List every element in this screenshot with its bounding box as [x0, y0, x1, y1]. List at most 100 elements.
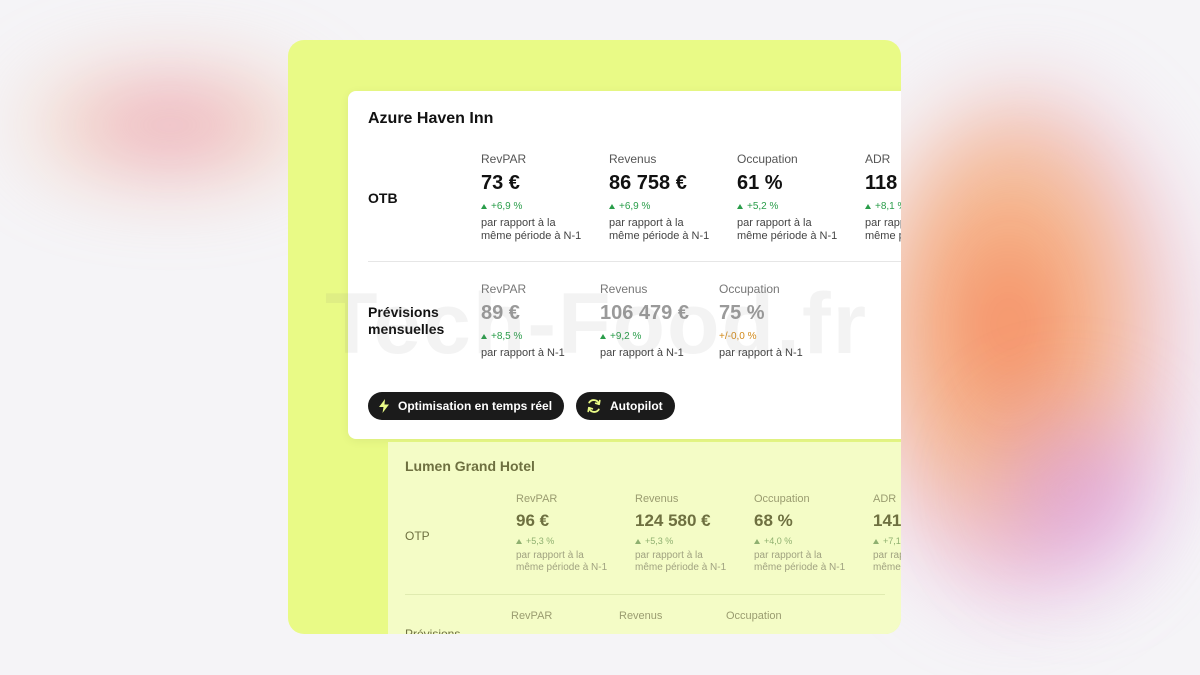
- metric-delta: +7,1 %: [873, 536, 901, 546]
- metric-comparison: par rapport à lamême période à N-1: [873, 550, 901, 574]
- metric-delta: +9,2 %: [600, 331, 689, 342]
- forecast-metric-occupation: Occupation: [726, 610, 782, 622]
- up-arrow-icon: [635, 538, 641, 544]
- comparison-line1: par rapport à la: [481, 217, 556, 229]
- otb-metric-revpar: RevPAR 73 € +6,9 % par rapport à la même …: [481, 152, 581, 243]
- otb-label: OTB: [368, 190, 398, 206]
- metric-content: ADR 118 +8,1 % par rapport à lamême péri…: [865, 152, 901, 243]
- metric-delta: +6,9 %: [481, 201, 581, 212]
- metric-comparison: par rapport à N-1: [481, 347, 565, 359]
- delta-value: +6,9 %: [491, 201, 523, 212]
- metric-name: Occupation: [719, 282, 780, 296]
- metric-comparison: par rapport à lamême période à N-1: [609, 217, 709, 243]
- delta-value: +6,9 %: [619, 201, 651, 212]
- delta-value: +5,2 %: [747, 201, 779, 212]
- metric-value: 61 %: [737, 172, 783, 194]
- autopilot-button[interactable]: Autopilot: [576, 392, 675, 420]
- delta-value: +4,0 %: [764, 536, 793, 546]
- metric-name: ADR: [865, 152, 891, 166]
- forecast-label-line1: Prévisions: [368, 304, 439, 320]
- forecast-metric-revenus: Revenus: [619, 610, 662, 622]
- metric-comparison: par rapport à N-1: [600, 347, 684, 359]
- metric-value: 124 580 €: [635, 511, 711, 530]
- otb-metric-adr: ADR 118 +8,1 % par rapport à lamême péri…: [865, 152, 901, 243]
- comparison-line2: même période à N-1: [516, 562, 608, 573]
- metric-comparison: par rapport à lamême période à N-1: [635, 550, 726, 574]
- metric-name: Occupation: [726, 610, 782, 622]
- forecast-metric-revpar: RevPAR 89 € +8,5 % par rapport à N-1: [481, 282, 565, 360]
- otp-metric-revpar: RevPAR 96 € +5,3 % par rapport à la même …: [516, 493, 607, 574]
- delta-value: +7,1 %: [883, 536, 901, 546]
- metric-delta: +6,9 %: [609, 201, 709, 212]
- metric-value: 118: [865, 172, 898, 194]
- comparison-line2: même période à N-1: [754, 562, 846, 573]
- metric-name: Revenus: [635, 493, 679, 505]
- metric-name: Revenus: [619, 610, 663, 622]
- metric-name: Revenus: [609, 152, 657, 166]
- comparison-line2: même période à N-1: [873, 562, 901, 573]
- metric-value: 68 %: [754, 511, 793, 530]
- comparison-line2: même période à N-1: [609, 230, 710, 242]
- comparison-line1: par rapport à la: [737, 217, 812, 229]
- forecast-metric-occupation: Occupation 75 % +/-0,0 % par rapport à N…: [719, 282, 803, 360]
- otb-metric-occupation: Occupation 61 % +5,2 % par rapport à la m…: [737, 152, 837, 243]
- sync-icon: [587, 399, 601, 413]
- metric-comparison: par rapport à N-1: [719, 347, 803, 359]
- metric-name: RevPAR: [516, 493, 558, 505]
- otp-label: OTP: [405, 529, 430, 543]
- forecast-label-line2: mensuelles: [368, 321, 445, 337]
- up-arrow-icon: [481, 334, 487, 339]
- metric-delta: +8,1 %: [865, 201, 901, 212]
- up-arrow-icon: [516, 538, 522, 544]
- metric-name: RevPAR: [511, 610, 553, 622]
- background-glow-left: [10, 60, 330, 190]
- comparison-line1: par rapport à la: [865, 217, 901, 229]
- metric-value: 96 €: [516, 511, 550, 530]
- metric-value: 75 %: [719, 302, 765, 324]
- metric-name: RevPAR: [481, 282, 527, 296]
- metric-delta: +5,3 %: [635, 536, 726, 546]
- hotel-card-azure-haven: Azure Haven Inn OTB RevPAR 73 € +6,9 % p…: [348, 91, 901, 439]
- forecast-metric-revenus: Revenus 106 479 € +9,2 % par rapport à N…: [600, 282, 689, 360]
- comparison-line2: même période à N-1: [481, 230, 582, 242]
- metric-name: ADR: [873, 493, 897, 505]
- up-arrow-icon: [754, 538, 760, 544]
- forecast-label: Prévisions mensuelles: [368, 304, 444, 338]
- comparison-line2: même période à N-1: [737, 230, 838, 242]
- metric-delta: +4,0 %: [754, 536, 845, 546]
- metric-comparison: par rapport à lamême période à N-1: [754, 550, 845, 574]
- comparison-line1: par rapport à la: [516, 550, 584, 561]
- metric-name: RevPAR: [481, 152, 527, 166]
- delta-value: +5,3 %: [645, 536, 674, 546]
- metric-name: Revenus: [600, 282, 648, 296]
- metric-comparison: par rapport à lamême période à N-1: [865, 217, 901, 243]
- up-arrow-icon: [600, 334, 606, 339]
- metric-value: 86 758 €: [609, 172, 687, 194]
- metric-name: Occupation: [737, 152, 798, 166]
- delta-value: +/-0,0 %: [719, 331, 757, 342]
- delta-value: +9,2 %: [610, 331, 642, 342]
- comparison-line1: par rapport à la: [609, 217, 684, 229]
- background-glow-right-lower: [960, 380, 1180, 600]
- realtime-optimization-label: Optimisation en temps réel: [398, 399, 553, 413]
- hotel-name: Lumen Grand Hotel: [405, 458, 535, 474]
- up-arrow-icon: [865, 204, 871, 209]
- metric-content: ADR 141 +7,1 % par rapport à lamême péri…: [873, 493, 901, 574]
- metric-delta: +5,3 %: [516, 536, 607, 546]
- section-divider: [368, 261, 901, 262]
- autopilot-label: Autopilot: [610, 399, 663, 413]
- metric-delta: +/-0,0 %: [719, 331, 803, 342]
- delta-value: +8,1 %: [875, 201, 901, 212]
- otp-metric-adr: ADR 141 +7,1 % par rapport à lamême péri…: [873, 493, 901, 574]
- comparison-line1: par rapport à la: [635, 550, 703, 561]
- metric-value: 106 479 €: [600, 302, 689, 324]
- comparison-line2: même période à N-1: [865, 230, 901, 242]
- metric-value: 141: [873, 511, 901, 530]
- realtime-optimization-button[interactable]: Optimisation en temps réel: [368, 392, 565, 420]
- metric-name: Occupation: [754, 493, 810, 505]
- hotel-name: Azure Haven Inn: [368, 110, 494, 127]
- metric-delta: +5,2 %: [737, 201, 837, 212]
- up-arrow-icon: [737, 204, 743, 209]
- metric-delta: +8,5 %: [481, 331, 565, 342]
- metric-value: 73 €: [481, 172, 520, 194]
